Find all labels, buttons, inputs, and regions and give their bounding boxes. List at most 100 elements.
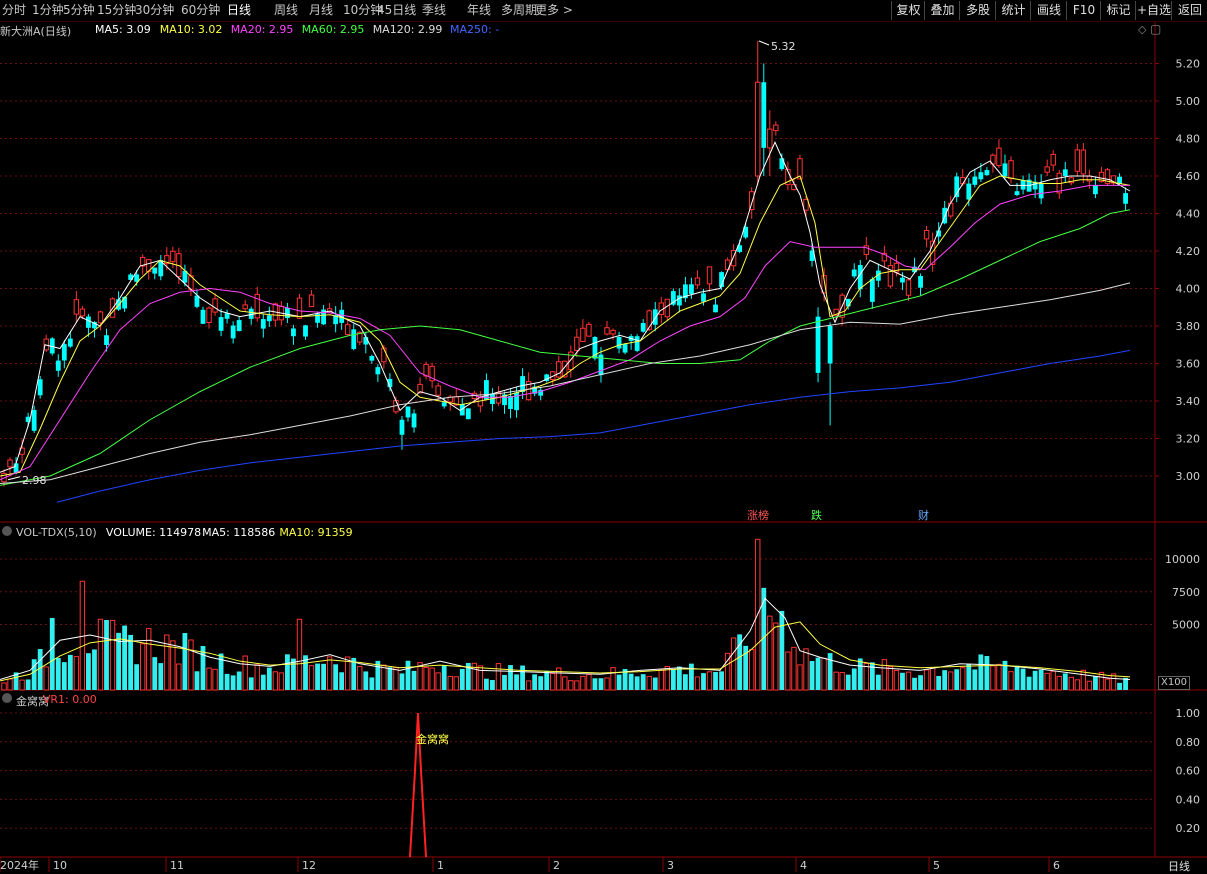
candle-body-up (755, 81, 761, 177)
volume-bar-down (508, 665, 513, 690)
volume-bar-up (773, 622, 779, 691)
candle-body-up (574, 336, 580, 351)
candle-body-down (236, 320, 242, 332)
volume-bar-down (152, 657, 158, 690)
candle-body-down (67, 338, 73, 347)
price-tick-label: 4.00 (1176, 283, 1201, 296)
volume-bar-down (900, 672, 905, 690)
candle-body-up (242, 304, 248, 310)
volume-bar-up (1044, 672, 1050, 691)
month-label-5: 2 (553, 859, 560, 872)
price-tick-label: 3.40 (1176, 395, 1201, 408)
volume-bar-up (1, 682, 7, 691)
candle-body-up (1080, 149, 1087, 175)
candle-body-down (37, 379, 43, 396)
volume-bar-up (791, 646, 797, 691)
volume-bar-down (538, 676, 544, 690)
candle-body-down (465, 408, 471, 420)
window-box-icon[interactable]: ▢ (1150, 22, 1161, 36)
volume-bar-up (272, 671, 279, 691)
kline-chart-canvas: 5.20 5.00 4.80 4.60 4.40 4.20 4.00 3.80 3.60 3.40… (0, 22, 1207, 872)
candle-body-down (484, 380, 489, 400)
volume-bar-up (990, 665, 996, 691)
candle-body-down (652, 309, 658, 325)
volume-bar-down (827, 653, 833, 690)
volume-bar-down (333, 664, 339, 690)
volume-bar-up (604, 677, 610, 691)
volume-bar-up (1050, 670, 1056, 691)
volume-bar-up (495, 663, 502, 691)
volume-bar-up (73, 656, 80, 691)
volume-bar-down (315, 663, 320, 690)
volume-bar-up (960, 667, 966, 691)
price-tick-label: 4.60 (1176, 170, 1201, 183)
volume-bar-up (821, 657, 827, 691)
volume-bar-down (399, 673, 405, 690)
volume-bar-up (948, 671, 954, 691)
price-tick-label: 4.40 (1176, 208, 1201, 221)
candle-body-down (622, 344, 628, 353)
volume-bar-up (381, 664, 387, 691)
candle-body-down (1014, 191, 1020, 195)
candle-body-down (761, 82, 767, 148)
volume-bar-up (453, 676, 459, 691)
volume-bar-down (779, 610, 785, 690)
volume-unit-label: X100 (1158, 676, 1190, 690)
price-tick-label: 4.80 (1176, 133, 1201, 146)
volume-tick-label: 7500 (1172, 586, 1200, 599)
candle-body-down (508, 396, 513, 410)
price-tick-label: 5.00 (1176, 95, 1201, 108)
volume-bar-down (592, 678, 598, 690)
month-label-9: 6 (1053, 859, 1060, 872)
volume-bar-down (285, 654, 290, 690)
diamond-icon[interactable]: ◇ (1138, 23, 1146, 36)
candle-body-up (556, 361, 562, 378)
price-tick-label: 3.80 (1176, 320, 1201, 333)
ma-label-1: MA10: 3.02 (159, 23, 223, 36)
month-label-2: 11 (170, 859, 184, 872)
candle-body-down (399, 419, 405, 435)
vol-legend-item-2: MA5: 118586 (202, 526, 276, 539)
candle-body-up (1008, 160, 1014, 180)
candle-body-up (923, 230, 930, 240)
volume-bar-down (514, 674, 519, 690)
candle-body-up (170, 250, 176, 263)
indicator-legend-item-1: VR1: 0.00 (42, 693, 97, 706)
volume-bar-down (875, 674, 881, 690)
candle-body-down (266, 315, 272, 322)
candle-body-up (694, 277, 701, 286)
volume-bar-down (67, 654, 73, 690)
month-label-7: 4 (800, 859, 807, 872)
volume-bar-down (1093, 675, 1098, 690)
volume-bar-down (857, 658, 863, 690)
volume-bar-down (670, 669, 676, 690)
volume-bar-up (1056, 675, 1062, 691)
volume-bar-down (194, 671, 200, 690)
price-tick-label: 3.00 (1176, 470, 1201, 483)
volume-bar-down (713, 671, 718, 690)
volume-bar-down (918, 675, 923, 690)
candle-body-up (79, 308, 86, 317)
candle-body-down (640, 323, 646, 332)
candle-body-down (900, 277, 905, 283)
volume-bar-up (212, 668, 218, 691)
volume-bar-down (628, 673, 634, 690)
candle-body-down (55, 360, 61, 371)
volume-bar-up (839, 672, 845, 691)
candle-body-down (104, 335, 109, 345)
volume-bar-up (170, 640, 176, 691)
volume-bar-down (845, 674, 851, 690)
candle-body-down (61, 344, 67, 361)
volume-bar-up (562, 676, 568, 691)
candle-body-up (887, 265, 894, 287)
volume-bar-down (158, 663, 164, 690)
volume-bar-up (477, 665, 484, 691)
price-tick-label: 5.20 (1176, 58, 1201, 71)
volume-bar-down (369, 677, 375, 690)
volume-collapse-icon[interactable] (2, 526, 12, 539)
indicator-collapse-icon[interactable] (2, 693, 12, 706)
volume-bar-down (1062, 673, 1068, 690)
candle-body-up (308, 294, 315, 308)
event-label-1: 跌 (811, 508, 822, 522)
volume-bar-down (363, 671, 369, 690)
